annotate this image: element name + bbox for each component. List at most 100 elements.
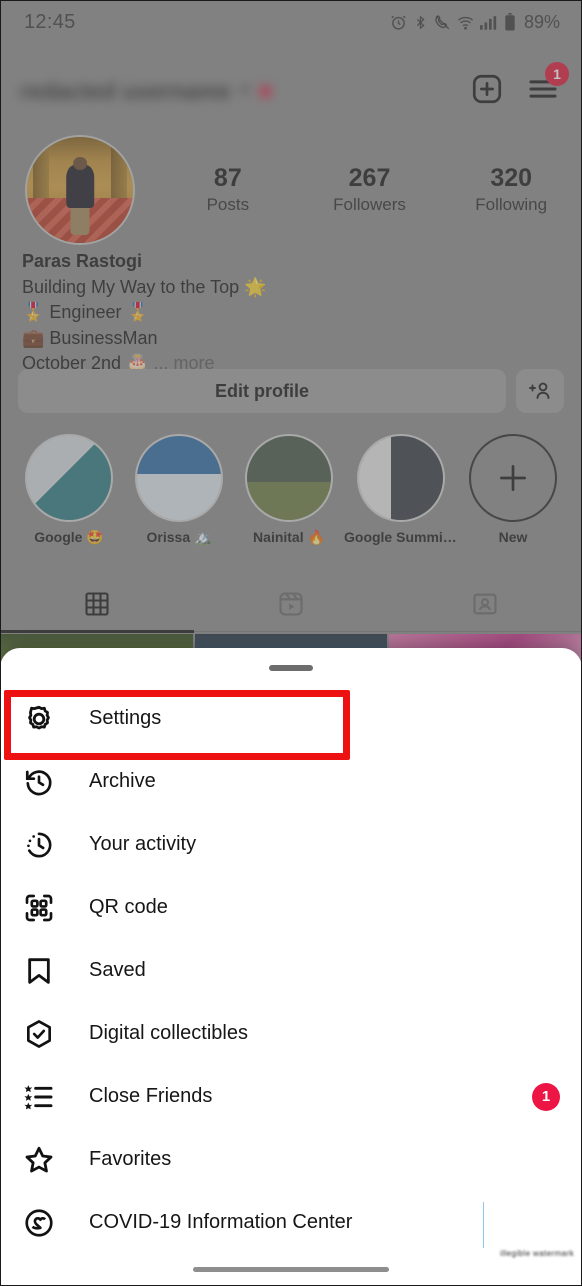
grid-tab[interactable] (0, 576, 194, 633)
avatar[interactable] (25, 134, 135, 245)
profile-menu-sheet: Settings Archive Your activity QR code S… (0, 648, 582, 1286)
menu-item-qr-code[interactable]: QR code (0, 876, 582, 939)
covid-heart-icon (21, 1205, 57, 1241)
edit-profile-button[interactable]: Edit profile (18, 369, 506, 413)
active-tab-underline (0, 630, 194, 633)
bio-line-1: Building My Way to the Top 🌟 (22, 276, 267, 297)
stat-posts[interactable]: 87 Posts (157, 164, 299, 216)
menu-item-label: Your activity (89, 833, 197, 855)
qr-code-icon (21, 890, 57, 926)
profile-header: redacted username 1 (0, 61, 582, 120)
avatar-person-body (66, 165, 94, 208)
menu-item-archive[interactable]: Archive (0, 750, 582, 813)
watermark-line (483, 1202, 484, 1248)
stat-followers[interactable]: 267 Followers (299, 164, 441, 216)
person-add-icon[interactable] (516, 369, 564, 413)
menu-item-saved[interactable]: Saved (0, 939, 582, 1002)
menu-item-label: QR code (89, 896, 168, 918)
star-icon (21, 1142, 57, 1178)
battery-percent: 89% (523, 11, 560, 32)
bookmark-icon (21, 953, 57, 989)
battery-icon (504, 13, 516, 31)
highlight-nainital[interactable]: Nainital 🔥 (234, 434, 344, 546)
instagram-profile-backdrop: 12:45 89% redacted username 1 87 Posts 2… (0, 0, 582, 680)
menu-item-label: Settings (89, 707, 162, 729)
activity-clock-icon (21, 827, 57, 863)
home-indicator[interactable] (193, 1267, 389, 1272)
identity-row: 87 Posts 267 Followers 320 Following (0, 132, 582, 247)
story-highlights: Google 🤩 Orissa 🏔️ Nainital 🔥 Google Sum… (0, 434, 582, 559)
alarm-icon (390, 14, 407, 31)
bio-line-3: 💼 BusinessMan (22, 327, 158, 348)
status-bar: 12:45 89% (0, 0, 582, 44)
menu-item-label: Close Friends (89, 1085, 213, 1107)
wifi-icon (457, 14, 474, 31)
watermark-text: illegible watermark (500, 1249, 574, 1258)
hamburger-menu-button[interactable]: 1 (526, 61, 569, 111)
menu-item-digital-collectibles[interactable]: Digital collectibles (0, 1002, 582, 1065)
close-friends-badge: 1 (532, 1082, 560, 1111)
highlight-google-summit[interactable]: Google Summit❤️ (344, 434, 458, 546)
menu-list: Settings Archive Your activity QR code S… (0, 687, 582, 1254)
archive-clock-icon (21, 764, 57, 800)
close-friends-list-icon (21, 1079, 57, 1115)
highlight-label: Nainital 🔥 (253, 529, 325, 545)
tagged-tab[interactable] (388, 576, 582, 632)
profile-display-name: Paras Rastogi (22, 251, 143, 271)
highlight-art (137, 436, 221, 520)
menu-item-close-friends[interactable]: Close Friends 1 (0, 1065, 582, 1128)
stat-label: Posts (206, 195, 250, 215)
hexagon-check-icon (21, 1016, 57, 1052)
menu-item-label: Favorites (89, 1148, 172, 1170)
highlight-new[interactable]: New (458, 434, 568, 545)
bluetooth-icon (413, 14, 428, 31)
highlight-art (27, 436, 111, 520)
drag-handle[interactable] (269, 665, 313, 671)
profile-stats: 87 Posts 267 Followers 320 Following (135, 164, 582, 216)
highlight-cover (245, 434, 333, 522)
signal-icon (479, 15, 498, 30)
stat-value: 87 (213, 163, 242, 192)
highlight-label: Google Summit❤️ (344, 529, 458, 545)
plus-box-icon[interactable] (470, 72, 504, 111)
phone-screen: 12:45 89% redacted username 1 87 Posts 2… (0, 0, 582, 1286)
highlight-cover (357, 434, 445, 522)
highlight-art (247, 436, 331, 520)
highlight-orissa[interactable]: Orissa 🏔️ (124, 434, 234, 546)
username-label: redacted username (20, 77, 231, 104)
profile-actions: Edit profile (18, 369, 564, 413)
stat-label: Following (475, 195, 548, 215)
stat-following[interactable]: 320 Following (440, 164, 582, 216)
menu-item-label: COVID-19 Information Center (89, 1211, 353, 1233)
menu-item-covid-information-center[interactable]: COVID-19 Information Center (0, 1191, 582, 1254)
call-mute-icon (434, 14, 451, 31)
highlight-label: Orissa 🏔️ (146, 529, 212, 545)
status-icons: 89% (390, 12, 560, 33)
menu-item-label: Digital collectibles (89, 1022, 248, 1044)
avatar-person-legs (70, 203, 90, 236)
gear-icon (21, 701, 57, 737)
avatar-person-head (73, 156, 87, 171)
stat-value: 267 (348, 163, 391, 192)
stat-value: 320 (490, 163, 533, 192)
menu-item-settings[interactable]: Settings (0, 687, 582, 750)
new-highlight-button[interactable] (469, 434, 557, 522)
username-button[interactable]: redacted username (20, 78, 470, 105)
highlight-google[interactable]: Google 🤩 (14, 434, 124, 546)
highlight-label: Google 🤩 (34, 529, 104, 545)
highlight-art (359, 436, 443, 520)
profile-bio: Paras Rastogi Building My Way to the Top… (22, 249, 482, 377)
menu-notification-badge: 1 (545, 61, 569, 86)
header-actions: 1 (470, 61, 569, 111)
chevron-down-icon (237, 87, 252, 95)
bio-line-2: 🎖️ Engineer 🎖️ (22, 302, 149, 323)
stat-label: Followers (333, 195, 406, 215)
menu-item-your-activity[interactable]: Your activity (0, 813, 582, 876)
highlight-cover (25, 434, 113, 522)
menu-item-favorites[interactable]: Favorites (0, 1128, 582, 1191)
highlight-label: New (498, 529, 528, 545)
reels-tab[interactable] (194, 576, 388, 632)
status-time: 12:45 (24, 10, 76, 33)
profile-tab-bar (0, 576, 582, 633)
menu-item-label: Saved (89, 959, 146, 981)
